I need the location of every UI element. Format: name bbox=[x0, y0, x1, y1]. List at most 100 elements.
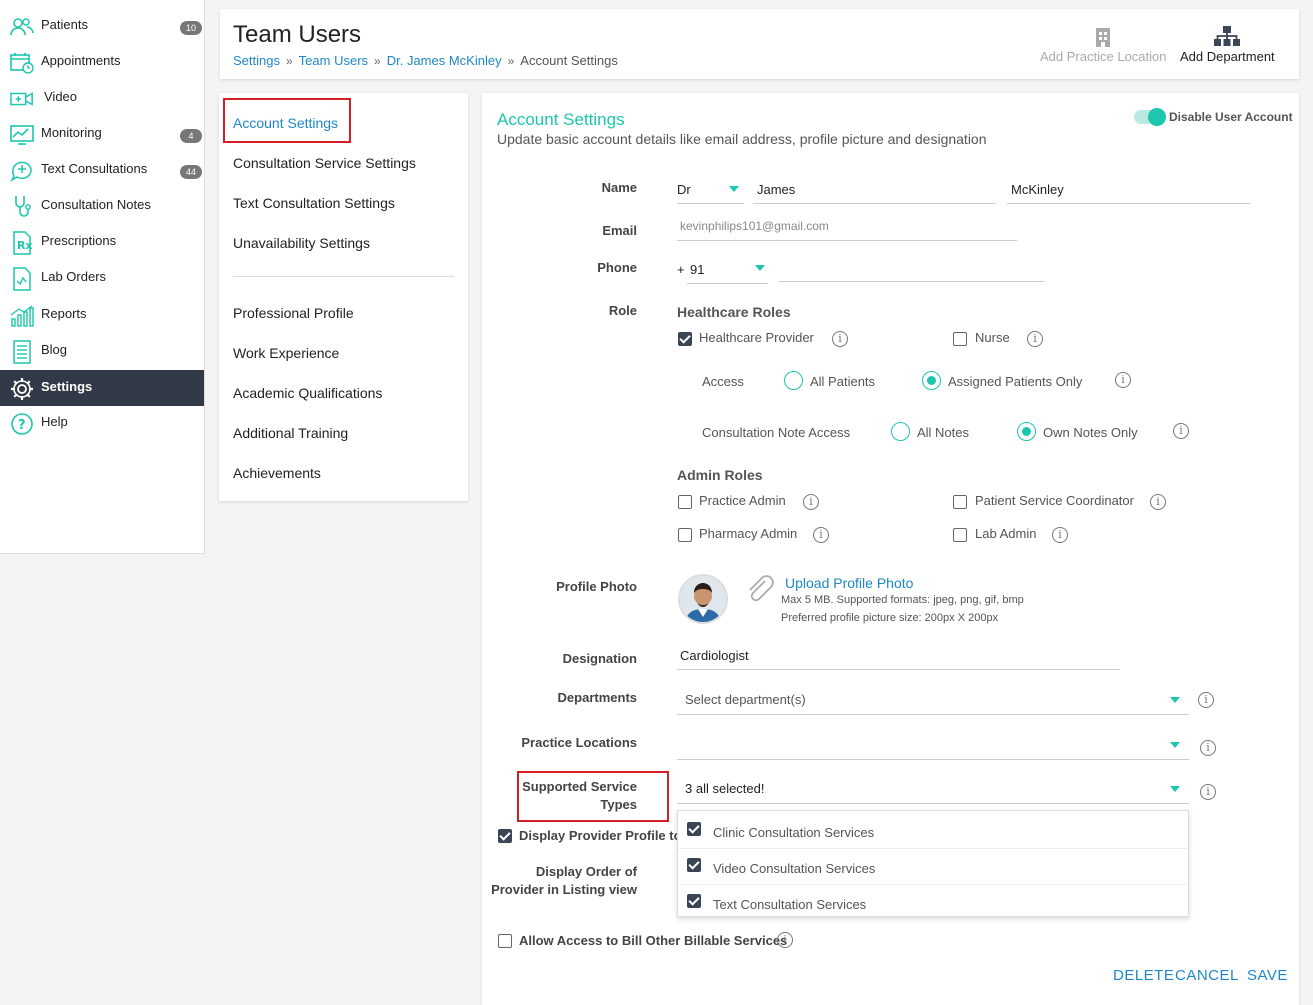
email-field[interactable]: kevinphilips101@gmail.com bbox=[677, 217, 1017, 241]
submenu-professional-profile[interactable]: Professional Profile bbox=[233, 305, 354, 321]
info-icon[interactable]: i bbox=[1150, 494, 1166, 510]
settings-submenu: Account Settings Consultation Service Se… bbox=[219, 93, 468, 501]
info-icon[interactable]: i bbox=[813, 527, 829, 543]
practice-locations-select[interactable] bbox=[677, 734, 1189, 760]
assigned-patients-radio[interactable] bbox=[922, 371, 941, 390]
info-icon[interactable]: i bbox=[1052, 527, 1068, 543]
all-patients-label: All Patients bbox=[810, 374, 876, 389]
upload-profile-photo-link[interactable]: Upload Profile Photo bbox=[785, 575, 913, 591]
breadcrumb-team-users[interactable]: Team Users bbox=[299, 53, 368, 68]
info-icon[interactable]: i bbox=[1115, 372, 1131, 388]
service-option-checkbox[interactable] bbox=[687, 894, 701, 908]
designation-label: Designation bbox=[562, 651, 637, 666]
disable-user-toggle[interactable] bbox=[1134, 108, 1166, 126]
disable-user-label: Disable User Account bbox=[1169, 110, 1293, 124]
own-notes-radio[interactable] bbox=[1017, 422, 1036, 441]
submenu-additional-training[interactable]: Additional Training bbox=[233, 425, 348, 441]
departments-select[interactable]: Select department(s) bbox=[677, 689, 1189, 715]
sidebar-item-label: Blog bbox=[41, 342, 68, 357]
sidebar-item-lab-orders[interactable]: Lab Orders bbox=[0, 260, 204, 296]
add-department-button[interactable]: Add Department bbox=[1180, 25, 1275, 64]
breadcrumb-user[interactable]: Dr. James McKinley bbox=[387, 53, 502, 68]
sidebar-item-help[interactable]: ? Help bbox=[0, 405, 204, 441]
service-option-video[interactable]: Video Consultation Services bbox=[678, 849, 1188, 885]
sidebar-item-monitoring[interactable]: Monitoring 4 bbox=[0, 116, 204, 152]
sidebar-item-blog[interactable]: Blog bbox=[0, 333, 204, 369]
avatar bbox=[678, 574, 728, 624]
building-icon bbox=[1040, 25, 1166, 49]
sidebar-item-label: Monitoring bbox=[41, 125, 102, 140]
service-option-text[interactable]: Text Consultation Services bbox=[678, 885, 1188, 921]
submenu-work-experience[interactable]: Work Experience bbox=[233, 345, 339, 361]
all-notes-radio[interactable] bbox=[891, 422, 910, 441]
sidebar-item-prescriptions[interactable]: Rx Prescriptions bbox=[0, 224, 204, 260]
all-patients-radio[interactable] bbox=[784, 371, 803, 390]
lab-orders-icon bbox=[10, 267, 34, 291]
practice-admin-label: Practice Admin bbox=[699, 493, 786, 508]
sidebar-item-patients[interactable]: Patients 10 bbox=[0, 8, 204, 44]
chat-icon bbox=[10, 160, 34, 182]
lab-admin-checkbox[interactable] bbox=[953, 528, 967, 542]
breadcrumb-separator-icon: » bbox=[507, 53, 515, 68]
name-prefix-select[interactable]: Dr bbox=[677, 180, 744, 204]
patient-service-coordinator-checkbox[interactable] bbox=[953, 495, 967, 509]
info-icon[interactable]: i bbox=[832, 331, 848, 347]
service-types-select[interactable]: 3 all selected! bbox=[677, 778, 1189, 804]
sidebar-item-appointments[interactable]: Appointments bbox=[0, 44, 204, 80]
sidebar-item-text-consultations[interactable]: Text Consultations 44 bbox=[0, 152, 204, 188]
phone-plus: + bbox=[677, 262, 685, 277]
photo-hint-formats: Max 5 MB. Supported formats: jpeg, png, … bbox=[781, 594, 1024, 606]
designation-input[interactable]: Cardiologist bbox=[677, 646, 1120, 670]
service-option-checkbox[interactable] bbox=[687, 858, 701, 872]
phone-code-select[interactable]: 91 bbox=[687, 258, 768, 284]
first-name-value: James bbox=[757, 182, 796, 197]
cancel-button[interactable]: CANCEL bbox=[1175, 967, 1239, 984]
calendar-icon bbox=[10, 52, 34, 74]
save-button[interactable]: SAVE bbox=[1247, 967, 1288, 984]
add-practice-location-button[interactable]: Add Practice Location bbox=[1040, 25, 1166, 64]
info-icon[interactable]: i bbox=[777, 932, 793, 948]
video-icon bbox=[10, 88, 34, 110]
departments-placeholder: Select department(s) bbox=[685, 692, 806, 707]
sidebar-item-label: Text Consultations bbox=[41, 161, 148, 176]
all-notes-label: All Notes bbox=[917, 425, 970, 440]
allow-bill-checkbox[interactable] bbox=[498, 934, 512, 948]
sidebar-item-label: Appointments bbox=[41, 53, 121, 68]
nurse-label: Nurse bbox=[975, 330, 1010, 345]
last-name-input[interactable]: McKinley bbox=[1007, 180, 1250, 204]
sidebar-item-reports[interactable]: Reports bbox=[0, 297, 204, 333]
phone-code-value: 91 bbox=[690, 262, 705, 277]
first-name-input[interactable]: James bbox=[753, 180, 996, 204]
delete-button[interactable]: DELETE bbox=[1113, 967, 1174, 984]
service-option-checkbox[interactable] bbox=[687, 822, 701, 836]
nurse-checkbox[interactable] bbox=[953, 332, 967, 346]
service-option-label: Clinic Consultation Services bbox=[713, 825, 875, 840]
info-icon[interactable]: i bbox=[1173, 423, 1189, 439]
info-icon[interactable]: i bbox=[1027, 331, 1043, 347]
submenu-unavailability-settings[interactable]: Unavailability Settings bbox=[233, 235, 370, 251]
display-provider-profile-checkbox[interactable] bbox=[498, 829, 512, 843]
display-order-label-line2: Provider in Listing view bbox=[491, 882, 637, 897]
submenu-text-consultation-settings[interactable]: Text Consultation Settings bbox=[233, 195, 395, 211]
assigned-patients-label: Assigned Patients Only bbox=[948, 374, 1083, 389]
email-value: kevinphilips101@gmail.com bbox=[680, 219, 829, 233]
sidebar-item-consultation-notes[interactable]: Consultation Notes bbox=[0, 188, 204, 224]
info-icon[interactable]: i bbox=[803, 494, 819, 510]
info-icon[interactable]: i bbox=[1200, 740, 1216, 756]
submenu-academic-qualifications[interactable]: Academic Qualifications bbox=[233, 385, 382, 401]
info-icon[interactable]: i bbox=[1200, 784, 1216, 800]
healthcare-provider-checkbox[interactable] bbox=[678, 332, 692, 346]
photo-hint-size: Preferred profile picture size: 200px X … bbox=[781, 612, 999, 624]
sidebar-item-settings[interactable]: Settings bbox=[0, 370, 204, 406]
sidebar-item-label: Settings bbox=[41, 379, 93, 394]
breadcrumb-settings[interactable]: Settings bbox=[233, 53, 280, 68]
submenu-achievements[interactable]: Achievements bbox=[233, 465, 321, 481]
info-icon[interactable]: i bbox=[1198, 692, 1214, 708]
service-option-clinic[interactable]: Clinic Consultation Services bbox=[678, 813, 1188, 849]
phone-number-input[interactable] bbox=[779, 258, 1044, 282]
submenu-consultation-service-settings[interactable]: Consultation Service Settings bbox=[233, 155, 416, 171]
practice-admin-checkbox[interactable] bbox=[678, 495, 692, 509]
pharmacy-admin-checkbox[interactable] bbox=[678, 528, 692, 542]
sidebar-item-video[interactable]: Video bbox=[0, 80, 204, 116]
highlight-box-service-types bbox=[517, 771, 669, 822]
